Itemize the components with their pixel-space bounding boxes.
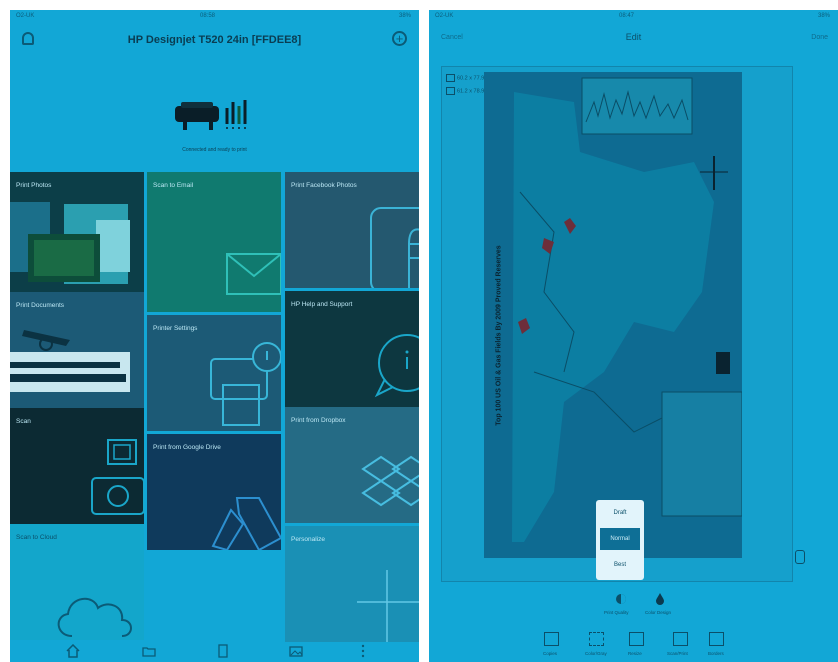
rotate-handle-icon[interactable] [795, 550, 805, 564]
scan-print-icon[interactable] [673, 632, 688, 646]
print-quality-label: Print Quality [604, 610, 629, 615]
resize-label: Resize [628, 651, 642, 656]
home-icon[interactable] [66, 644, 80, 658]
copies-icon[interactable] [544, 632, 559, 646]
tile-print-facebook-photos[interactable]: Print Facebook Photos [285, 172, 419, 288]
folder-icon[interactable] [142, 644, 156, 658]
paper-size-icon [446, 74, 455, 82]
printer-icon[interactable] [173, 96, 253, 132]
bottom-nav [10, 638, 419, 662]
copies-label: Copies [543, 651, 558, 656]
done-button[interactable]: Done [811, 34, 828, 41]
tile-personalize[interactable]: Personalize [285, 526, 419, 642]
map-preview[interactable]: Top 100 US Oil & Gas Fields By 2009 Prov… [484, 72, 742, 558]
printer-settings-icon [210, 342, 281, 426]
quality-option-best[interactable]: Best [600, 554, 640, 576]
dropbox-icon [361, 455, 419, 507]
help-chat-icon [374, 334, 419, 398]
photo-icon[interactable] [289, 644, 303, 658]
borders-icon[interactable] [709, 632, 724, 646]
home-screen: O2-UK 08:58 38% HP Designjet T520 24in [… [10, 10, 419, 662]
tile-printer-settings[interactable]: Printer Settings [147, 315, 281, 431]
more-icon[interactable] [356, 644, 370, 658]
cloud-icon [57, 598, 132, 637]
google-drive-icon [211, 497, 281, 550]
map-image [484, 72, 742, 558]
facebook-icon [370, 207, 419, 288]
color-gray-icon[interactable] [589, 632, 604, 646]
printer-status-text: Connected and ready to print [182, 147, 247, 153]
clock-label: 08:58 [200, 13, 216, 19]
documents-icon [10, 330, 130, 392]
envelope-icon [226, 253, 281, 295]
edit-title: Edit [625, 32, 642, 42]
status-bar: O2-UK 08:58 38% [10, 10, 419, 24]
clock-label: 08:47 [619, 13, 635, 19]
battery-label: 38% [817, 13, 830, 19]
tile-print-from-dropbox[interactable]: Print from Dropbox [285, 407, 419, 523]
color-gray-label: Color/Gray [585, 651, 607, 656]
tile-scan-to-email[interactable]: Scan to Email [147, 172, 281, 312]
tile-print-documents[interactable]: Print Documents [10, 292, 144, 408]
color-drop-icon[interactable] [655, 592, 665, 606]
quality-option-normal[interactable]: Normal [600, 528, 640, 550]
tile-scan-to-cloud[interactable]: Scan to Cloud [10, 524, 144, 640]
carrier-label: O2-UK [435, 13, 454, 19]
printer-title[interactable]: HP Designjet T520 24in [FFDEE8] [10, 34, 419, 46]
top-bar: HP Designjet T520 24in [FFDEE8] + [10, 24, 419, 58]
color-design-label: Color Design [645, 610, 672, 615]
carrier-label: O2-UK [16, 13, 35, 19]
scan-print-label: Scan/Print [667, 651, 688, 656]
scan-camera-icon [91, 439, 144, 515]
photo-stack-icon [10, 202, 130, 284]
paper-size-icon [446, 87, 455, 95]
tile-print-from-google-drive[interactable]: Print from Google Drive [147, 434, 281, 550]
status-bar: O2-UK 08:47 38% [429, 10, 838, 24]
resize-icon[interactable] [629, 632, 644, 646]
tile-print-photos[interactable]: Print Photos [10, 172, 144, 292]
personalize-grid-icon [357, 570, 419, 642]
edit-top-bar: Cancel Edit Done [429, 24, 838, 52]
edit-screen: O2-UK 08:47 38% Cancel Edit Done 60.2 x … [429, 10, 838, 662]
map-title: Top 100 US Oil & Gas Fields By 2009 Prov… [495, 245, 503, 426]
quality-option-draft[interactable]: Draft [600, 502, 640, 524]
print-quality-menu: Draft Normal Best [596, 500, 644, 580]
tile-scan[interactable]: Scan [10, 408, 144, 524]
document-icon[interactable] [216, 644, 230, 658]
tile-hp-help-and-support[interactable]: HP Help and Support [285, 291, 419, 407]
add-printer-icon[interactable]: + [392, 31, 407, 46]
borders-label: Borders [708, 651, 724, 656]
print-quality-icon[interactable] [615, 592, 627, 606]
battery-label: 38% [398, 13, 411, 19]
